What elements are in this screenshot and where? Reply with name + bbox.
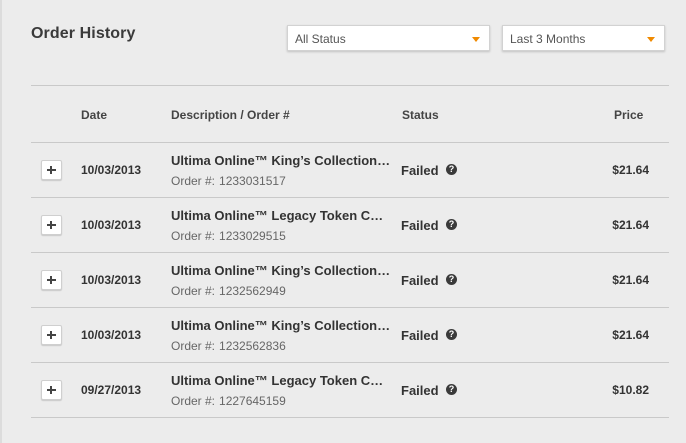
order-price: $21.64 [612, 163, 649, 177]
order-price: $10.82 [612, 383, 649, 397]
plus-icon-stem [50, 221, 52, 229]
order-description[interactable]: Ultima Online™ King’s Collection… [171, 153, 393, 168]
order-status: Failed [401, 328, 439, 343]
order-number: 1227645159 [219, 394, 286, 408]
left-edge-divider [0, 0, 2, 443]
order-status: Failed [401, 273, 439, 288]
question-circle-icon[interactable]: ? [446, 164, 457, 175]
question-circle-icon[interactable]: ? [446, 384, 457, 395]
order-number: 1232562949 [219, 284, 286, 298]
order-number: 1232562836 [219, 339, 286, 353]
order-description[interactable]: Ultima Online™ King’s Collection… [171, 318, 393, 333]
order-price: $21.64 [612, 273, 649, 287]
order-number-line: Order #: 1233031517 [171, 174, 286, 188]
order-date: 10/03/2013 [81, 273, 142, 287]
order-number-line: Order #: 1232562836 [171, 339, 286, 353]
order-description[interactable]: Ultima Online™ Legacy Token C… [171, 373, 393, 388]
plus-icon-stem [50, 166, 52, 174]
page-title: Order History [31, 25, 136, 42]
column-header-price: Price [614, 108, 644, 122]
order-price: $21.64 [612, 328, 649, 342]
table-row: 10/03/2013 Ultima Online™ King’s Collect… [31, 253, 669, 307]
order-number-line: Order #: 1227645159 [171, 394, 286, 408]
column-header-description: Description / Order # [171, 108, 290, 122]
order-date: 10/03/2013 [81, 328, 142, 342]
status-filter-value: All Status [295, 32, 346, 46]
expand-row-button[interactable] [41, 380, 62, 400]
order-status: Failed [401, 163, 439, 178]
order-status: Failed [401, 218, 439, 233]
chevron-down-icon [647, 37, 655, 42]
table-divider [31, 417, 669, 418]
order-date: 10/03/2013 [81, 218, 142, 232]
order-number-label: Order #: [171, 229, 216, 243]
question-circle-icon[interactable]: ? [446, 329, 457, 340]
order-number-label: Order #: [171, 394, 216, 408]
order-number-line: Order #: 1233029515 [171, 229, 286, 243]
date-range-dropdown[interactable]: Last 3 Months [502, 25, 665, 51]
expand-row-button[interactable] [41, 160, 62, 180]
table-row: 10/03/2013 Ultima Online™ Legacy Token C… [31, 198, 669, 252]
order-number-label: Order #: [171, 339, 216, 353]
expand-row-button[interactable] [41, 215, 62, 235]
order-number: 1233031517 [219, 174, 286, 188]
plus-icon-stem [50, 276, 52, 284]
date-range-value: Last 3 Months [510, 32, 586, 46]
expand-row-button[interactable] [41, 270, 62, 290]
order-number-label: Order #: [171, 284, 216, 298]
order-description[interactable]: Ultima Online™ King’s Collection… [171, 263, 393, 278]
table-header: Date Description / Order # Status Price [31, 86, 669, 142]
plus-icon-stem [50, 331, 52, 339]
column-header-status: Status [402, 108, 439, 122]
question-circle-icon[interactable]: ? [446, 274, 457, 285]
plus-icon-stem [50, 386, 52, 394]
table-row: 09/27/2013 Ultima Online™ Legacy Token C… [31, 363, 669, 417]
order-status: Failed [401, 383, 439, 398]
order-description[interactable]: Ultima Online™ Legacy Token C… [171, 208, 393, 223]
expand-row-button[interactable] [41, 325, 62, 345]
chevron-down-icon [472, 37, 480, 42]
order-number-label: Order #: [171, 174, 216, 188]
column-header-date: Date [81, 108, 108, 122]
order-number: 1233029515 [219, 229, 286, 243]
table-row: 10/03/2013 Ultima Online™ King’s Collect… [31, 143, 669, 197]
question-circle-icon[interactable]: ? [446, 219, 457, 230]
order-price: $21.64 [612, 218, 649, 232]
order-date: 09/27/2013 [81, 383, 142, 397]
order-date: 10/03/2013 [81, 163, 142, 177]
order-number-line: Order #: 1232562949 [171, 284, 286, 298]
orders-table: Date Description / Order # Status Price … [31, 85, 669, 418]
order-history-page: Order History All Status Last 3 Months D… [0, 0, 686, 443]
table-row: 10/03/2013 Ultima Online™ King’s Collect… [31, 308, 669, 362]
status-filter-dropdown[interactable]: All Status [287, 25, 490, 51]
